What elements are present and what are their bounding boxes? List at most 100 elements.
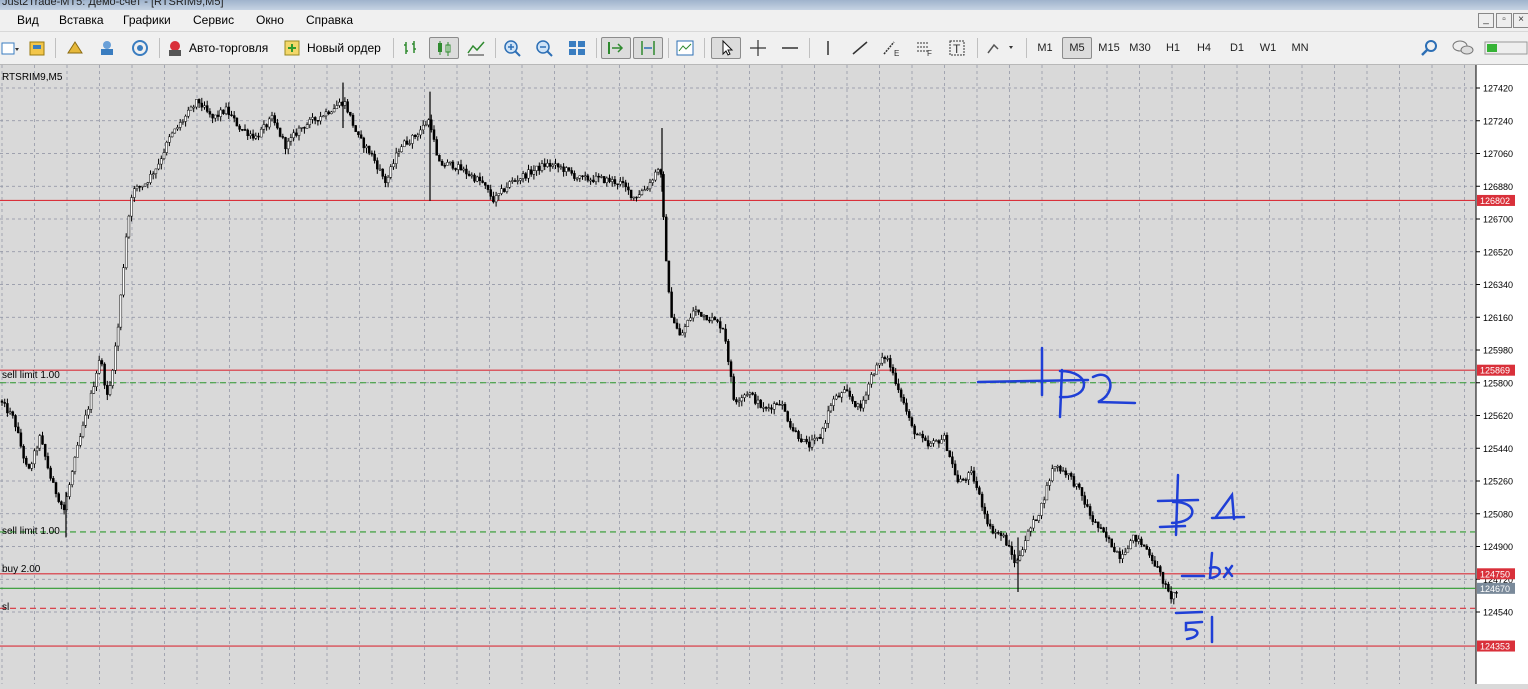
candle-body	[238, 125, 241, 130]
search-icon[interactable]	[1418, 37, 1442, 59]
timeframe-h1-button[interactable]: H1	[1160, 37, 1186, 59]
candle-body	[265, 124, 268, 128]
candle-body	[8, 411, 12, 414]
objects-dropdown-icon[interactable]	[983, 37, 1019, 59]
menu-window[interactable]: Окно	[256, 13, 284, 27]
market-watch-icon[interactable]	[63, 37, 87, 59]
candle-body	[740, 397, 744, 402]
navigator-icon[interactable]	[95, 37, 119, 59]
candle-body	[864, 394, 868, 401]
candle-body	[286, 140, 290, 150]
text-tool-icon[interactable]: T	[944, 37, 970, 59]
tile-windows-icon[interactable]	[564, 37, 590, 59]
candle-body	[983, 506, 987, 515]
candle-body	[689, 317, 692, 321]
candle-body	[378, 168, 382, 171]
timeframe-mn-button[interactable]: MN	[1286, 37, 1314, 59]
menu-tools[interactable]: Сервис	[193, 13, 234, 27]
bar-chart-icon[interactable]	[398, 37, 424, 59]
candle-body	[1150, 554, 1154, 561]
candle-body	[249, 133, 252, 136]
vertical-line-icon[interactable]	[815, 37, 841, 59]
signals-icon[interactable]	[128, 37, 152, 59]
candle-body	[511, 180, 514, 182]
candle-body	[1159, 566, 1162, 573]
menu-help[interactable]: Справка	[306, 13, 353, 27]
candle-body	[349, 111, 352, 116]
templates-icon[interactable]	[673, 37, 697, 59]
candle-body	[381, 168, 384, 177]
y-tick-label: 126880	[1483, 182, 1513, 192]
new-order-button[interactable]: Новый ордер	[283, 37, 387, 59]
restore-icon[interactable]: ▫	[1496, 13, 1512, 28]
candle-body	[991, 525, 995, 534]
chat-icon[interactable]	[1450, 37, 1476, 59]
candle-body	[322, 115, 325, 118]
price-chart[interactable]: 127420 127240 127060 126880 126700 126520 1263…	[0, 65, 1528, 684]
candle-body	[413, 135, 417, 138]
candle-body	[767, 407, 771, 409]
candle-body	[273, 115, 276, 124]
candle-body	[589, 179, 592, 182]
candle-body	[1099, 527, 1103, 529]
candle-body	[1091, 515, 1095, 522]
timeframe-d1-button[interactable]: D1	[1224, 37, 1250, 59]
candle-body	[448, 161, 452, 164]
fibonacci-icon[interactable]: E	[879, 37, 905, 59]
menu-insert[interactable]: Вставка	[59, 13, 104, 27]
candle-body	[1045, 485, 1049, 501]
candle-body	[516, 180, 519, 182]
horizontal-line-icon[interactable]	[777, 37, 803, 59]
timeframe-m30-button[interactable]: M30	[1126, 37, 1154, 59]
candle-body	[778, 404, 781, 406]
zoom-in-icon[interactable]	[501, 37, 525, 59]
candlestick-chart-icon[interactable]	[429, 37, 459, 59]
candle-body	[732, 376, 735, 400]
candle-body	[872, 373, 876, 376]
order-label-sell-limit-lower: sell limit 1.00	[2, 526, 60, 537]
candle-body	[11, 411, 15, 416]
svg-text:T: T	[953, 42, 961, 56]
candle-body	[540, 163, 544, 171]
candle-body	[470, 174, 474, 177]
close-icon[interactable]: ×	[1513, 13, 1528, 28]
auto-scroll-icon[interactable]	[601, 37, 631, 59]
candle-body	[1153, 560, 1157, 567]
auto-trading-button[interactable]: Авто-торговля	[165, 37, 275, 59]
timeframe-w1-button[interactable]: W1	[1255, 37, 1281, 59]
candle-body	[694, 309, 698, 312]
candle-body	[1080, 487, 1084, 496]
candle-body	[1002, 534, 1005, 537]
candle-body	[527, 169, 530, 179]
candle-body	[214, 114, 217, 119]
line-chart-icon[interactable]	[463, 37, 489, 59]
candle-body	[894, 372, 897, 384]
menu-view[interactable]: Вид	[17, 13, 39, 27]
profiles-icon[interactable]	[27, 37, 49, 59]
candle-body	[921, 433, 924, 439]
candle-body	[608, 177, 611, 182]
menu-charts[interactable]: Графики	[123, 13, 171, 27]
chart-shift-icon[interactable]	[633, 37, 663, 59]
candle-body	[424, 124, 428, 127]
trend-line-icon[interactable]	[847, 37, 873, 59]
fibo-fan-icon[interactable]: F	[912, 37, 938, 59]
order-label-sell-limit-upper: sell limit 1.00	[2, 370, 60, 381]
chart-canvas[interactable]: 127420 127240 127060 126880 126700 126520 1263…	[0, 65, 1528, 684]
cursor-icon[interactable]	[711, 37, 741, 59]
zoom-out-icon[interactable]	[533, 37, 557, 59]
timeframe-m1-button[interactable]: M1	[1033, 37, 1057, 59]
candle-body	[122, 267, 125, 296]
crosshair-icon[interactable]	[745, 37, 771, 59]
candle-body	[451, 161, 455, 169]
candle-body	[219, 109, 222, 117]
new-chart-icon[interactable]	[0, 37, 20, 59]
timeframe-m5-button[interactable]: M5	[1062, 37, 1092, 59]
candle-body	[203, 105, 206, 108]
candle-body	[1145, 545, 1149, 550]
minimize-icon[interactable]: _	[1478, 13, 1494, 28]
timeframe-h4-button[interactable]: H4	[1191, 37, 1217, 59]
candle-body	[262, 124, 266, 130]
timeframe-m15-button[interactable]: M15	[1095, 37, 1123, 59]
candle-body	[748, 392, 752, 395]
